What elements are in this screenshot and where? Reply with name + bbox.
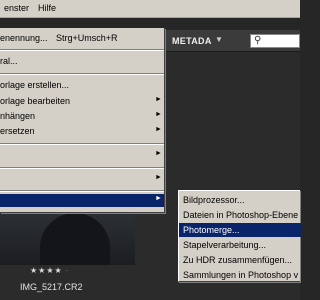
submenu-item-label: Photomerge...	[183, 225, 240, 235]
tab-metadata[interactable]: METADA	[172, 36, 212, 46]
menu-item-photoshop[interactable]: ►	[0, 194, 164, 207]
thumbnail-image[interactable]	[0, 205, 135, 265]
submenu-arrow-icon: ►	[155, 174, 162, 181]
menu-item-label: nhängen	[0, 111, 36, 121]
menu-item-label: orlage erstellen...	[0, 80, 70, 90]
submenu-item-label: Bildprozessor...	[183, 195, 245, 205]
menu-bar: enster Hilfe	[0, 0, 300, 18]
menu-item-replace[interactable]: ersetzen ►	[0, 125, 164, 138]
submenu-item-batch[interactable]: Stapelverarbeitung...	[179, 238, 301, 252]
menu-item-label: ersetzen	[0, 126, 35, 136]
submenu-item-label: Zu HDR zusammenfügen...	[183, 255, 293, 265]
menu-item-rename[interactable]: enennung... Strg+Umsch+R	[0, 32, 164, 45]
tools-menu: enennung... Strg+Umsch+R ral... orlage e…	[0, 28, 165, 213]
menu-item-submenu-a[interactable]: ►	[0, 149, 164, 162]
thumbnail-filename: IMG_5217.CR2	[20, 282, 83, 292]
menu-item-label: enennung...	[0, 33, 48, 43]
menu-separator	[0, 167, 164, 169]
submenu-item-label: Dateien in Photoshop-Ebene	[183, 210, 299, 220]
menu-separator	[0, 49, 164, 51]
submenu-arrow-icon: ►	[155, 195, 162, 202]
submenu-item-merge-hdr[interactable]: Zu HDR zusammenfügen...	[179, 253, 301, 267]
menu-item-create-template[interactable]: orlage erstellen...	[0, 79, 164, 92]
menu-item-append[interactable]: nhängen ►	[0, 110, 164, 123]
chevron-down-icon[interactable]: ▼	[215, 35, 223, 44]
rating-stars[interactable]: ★★★★ ·	[30, 266, 69, 275]
menu-window[interactable]: enster	[4, 3, 29, 13]
menu-item-edit-template[interactable]: orlage bearbeiten ►	[0, 95, 164, 108]
menu-separator	[0, 73, 164, 75]
menu-separator	[0, 190, 164, 192]
menu-help[interactable]: Hilfe	[38, 3, 56, 13]
menu-item-general[interactable]: ral...	[0, 55, 164, 68]
submenu-item-collections[interactable]: Sammlungen in Photoshop v	[179, 268, 301, 282]
submenu-arrow-icon: ►	[155, 111, 162, 118]
menu-item-shortcut: Strg+Umsch+R	[56, 33, 118, 43]
menu-separator	[0, 143, 164, 145]
photoshop-submenu: Bildprozessor... Dateien in Photoshop-Eb…	[178, 190, 301, 282]
search-icon: ⚲	[254, 35, 262, 46]
submenu-item-image-processor[interactable]: Bildprozessor...	[179, 193, 301, 207]
submenu-arrow-icon: ►	[155, 126, 162, 133]
submenu-arrow-icon: ►	[155, 96, 162, 103]
submenu-item-label: Stapelverarbeitung...	[183, 240, 267, 250]
search-input[interactable]: ⚲	[250, 34, 300, 48]
submenu-item-label: Sammlungen in Photoshop v	[183, 270, 299, 280]
rating-dot: ·	[65, 266, 70, 275]
menu-item-label: ral...	[0, 56, 18, 66]
rating-value: ★★★★	[30, 266, 63, 275]
submenu-item-photomerge[interactable]: Photomerge...	[179, 223, 301, 237]
thumbnail-subject	[40, 213, 110, 265]
menu-item-submenu-b[interactable]: ►	[0, 173, 164, 186]
submenu-item-load-files-layers[interactable]: Dateien in Photoshop-Ebene	[179, 208, 301, 222]
submenu-arrow-icon: ►	[155, 150, 162, 157]
menu-item-label: orlage bearbeiten	[0, 96, 71, 106]
